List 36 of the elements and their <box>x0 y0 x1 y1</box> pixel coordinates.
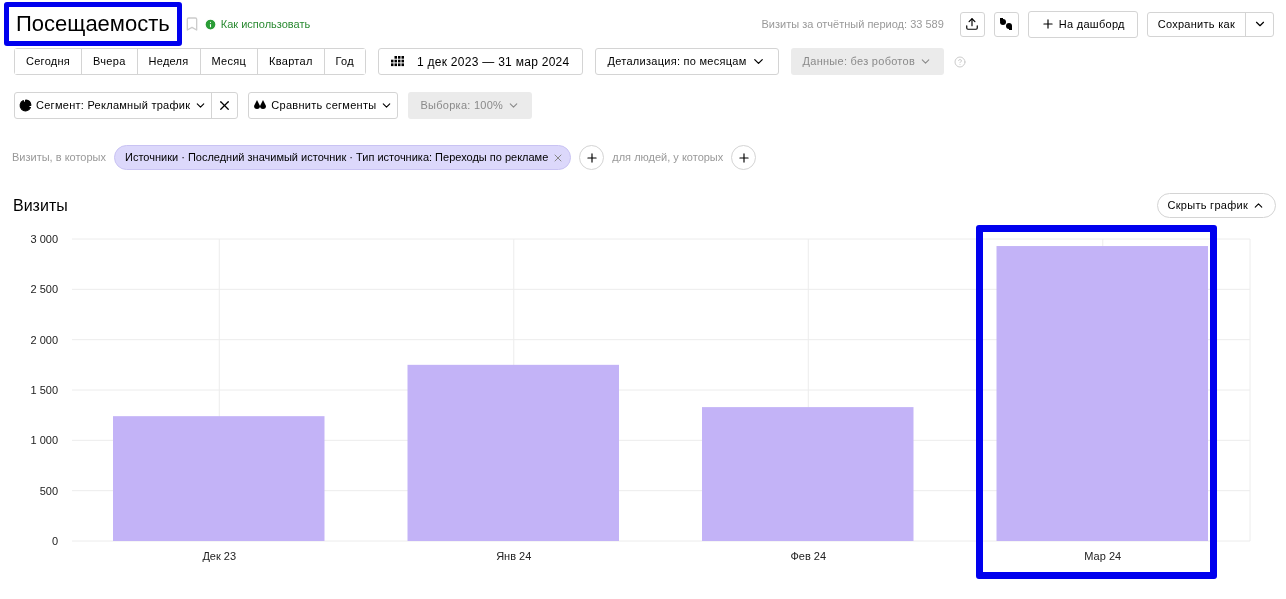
visits-total: Визиты за отчётный период: 33 589 <box>761 16 944 32</box>
detail-dropdown[interactable]: Детализация: по месяцам <box>594 48 779 75</box>
y-tick-label: 3 000 <box>30 233 58 245</box>
plus-icon <box>584 150 599 165</box>
y-tick-label: 1 000 <box>30 434 58 447</box>
people-label: для людей, у которых <box>612 150 724 166</box>
info-icon <box>203 17 217 31</box>
dashboard-button[interactable]: На дашборд <box>1027 10 1138 38</box>
y-tick-label: 0 <box>51 535 58 547</box>
filter-chip[interactable]: Источники · Последний значимый источник · Тип источника: Переходы по рекламе <box>114 145 572 170</box>
y-tick-label: 1 500 <box>30 384 58 396</box>
help-link[interactable]: Как использовать <box>220 15 311 33</box>
period-tab[interactable]: Год <box>323 49 365 74</box>
x-tick-label: Дек 23 <box>202 550 237 562</box>
y-tick-label: 500 <box>39 484 58 497</box>
quote-icon <box>999 18 1014 30</box>
upload-icon <box>965 17 980 31</box>
drops-icon <box>253 99 268 112</box>
quote-button[interactable] <box>993 11 1019 37</box>
page-title: Посещаемость <box>4 2 182 46</box>
plus-icon <box>736 150 751 165</box>
x-tick-label: Мар 24 <box>1084 550 1122 562</box>
y-tick-label: 2 000 <box>30 333 58 346</box>
export-button[interactable] <box>959 11 985 37</box>
pie-chart-icon <box>19 99 32 112</box>
x-tick-label: Янв 24 <box>496 550 532 562</box>
plus-icon <box>1040 17 1055 31</box>
filter-chip-label: Источники · Последний значимый источник · Тип источника: Переходы по рекламе <box>125 150 549 166</box>
compare-segments-dropdown[interactable]: Сравнить сегменты <box>248 92 399 119</box>
y-tick-label: 2 500 <box>30 283 58 296</box>
chart-title: Визиты <box>13 195 68 216</box>
calendar-icon <box>390 56 405 67</box>
x-tick-label: Фев 24 <box>790 550 827 562</box>
date-range-button[interactable]: 1 дек 2023 — 31 мар 2024 <box>377 48 583 75</box>
help-icon[interactable] <box>954 55 967 68</box>
filter-prefix: Визиты, в которых <box>12 150 106 166</box>
